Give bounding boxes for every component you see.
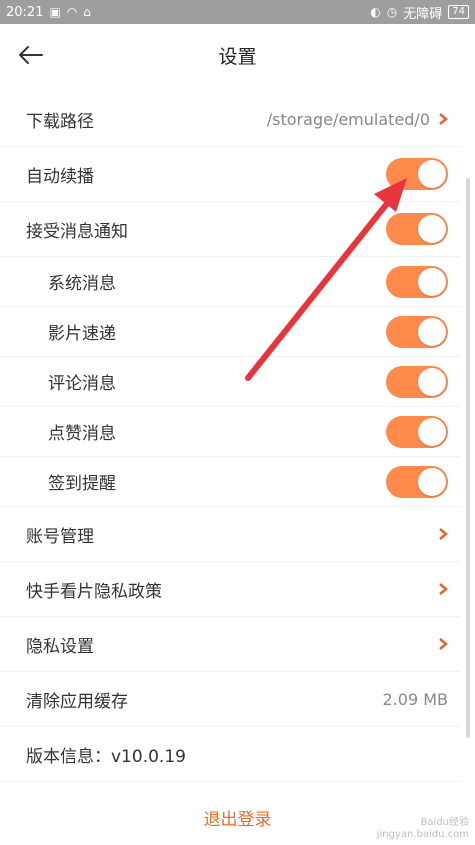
back-arrow-icon[interactable] (16, 40, 46, 70)
clear-cache-label: 清除应用缓存 (26, 691, 128, 712)
download-path-label: 下载路径 (26, 111, 94, 132)
watermark-line1: Baidu经验 (420, 817, 469, 828)
movie-express-toggle[interactable] (386, 315, 448, 348)
privacy-policy-label: 快手看片隐私政策 (26, 581, 162, 602)
privacy-settings-row[interactable]: 隐私设置 (0, 617, 460, 672)
like-msg-toggle[interactable] (386, 415, 448, 448)
notifications-row: 接受消息通知 (0, 202, 460, 257)
signal-icon: ◐ (370, 5, 381, 19)
cache-size-value: 2.09 MB (382, 689, 449, 709)
chevron-right-icon (439, 113, 448, 125)
auto-play-label: 自动续播 (26, 166, 94, 187)
toggle-knob (418, 215, 446, 243)
download-path-row[interactable]: 下载路径 /storage/emulated/0 (0, 92, 460, 147)
system-msg-label: 系统消息 (48, 274, 116, 294)
comment-msg-label: 评论消息 (48, 374, 116, 394)
checkin-reminder-toggle[interactable] (386, 465, 448, 498)
status-time: 20:21 (6, 4, 44, 20)
privacy-settings-label: 隐私设置 (26, 636, 94, 657)
notifications-toggle[interactable] (386, 213, 448, 245)
checkin-reminder-row: 签到提醒 (0, 457, 460, 507)
settings-list: 下载路径 /storage/emulated/0 自动续播 接受消息通知 系统消… (0, 92, 460, 782)
top-bar: 设置 (0, 24, 475, 86)
toggle-knob (418, 160, 446, 188)
picture-icon: ▣ (49, 5, 61, 19)
status-bar: 20:21 ▣ ◠ ⌂ ◐ ◷ 无障碍 74 (0, 0, 475, 24)
download-path-value: /storage/emulated/0 (266, 109, 430, 129)
clock-icon: ◷ (386, 5, 398, 19)
page-title: 设置 (218, 45, 257, 68)
clear-cache-row[interactable]: 清除应用缓存 2.09 MB (0, 672, 460, 727)
comment-msg-row: 评论消息 (0, 357, 460, 407)
like-msg-label: 点赞消息 (48, 424, 116, 444)
notifications-label: 接受消息通知 (26, 221, 128, 242)
chevron-right-icon (439, 583, 448, 595)
hd-icon: ⌂ (83, 5, 91, 19)
watermark: Baidu经验 jingyan.baidu.com (377, 817, 469, 841)
wifi-icon: ◠ (66, 5, 78, 19)
watermark-line2: jingyan.baidu.com (376, 829, 469, 840)
toggle-knob (418, 367, 446, 396)
toggle-knob (418, 317, 446, 346)
toggle-knob (418, 467, 446, 496)
movie-express-label: 影片速递 (48, 324, 116, 344)
system-msg-toggle[interactable] (386, 265, 448, 298)
privacy-policy-row[interactable]: 快手看片隐私政策 (0, 562, 460, 617)
auto-play-row: 自动续播 (0, 147, 460, 202)
toggle-knob (418, 417, 446, 446)
movie-express-row: 影片速递 (0, 307, 460, 357)
auto-play-toggle[interactable] (386, 158, 448, 190)
chevron-right-icon (439, 528, 448, 540)
version-label: 版本信息：v10.0.19 (26, 746, 186, 767)
scrollbar[interactable] (466, 178, 470, 738)
chevron-right-icon (439, 638, 448, 650)
like-msg-row: 点赞消息 (0, 407, 460, 457)
account-label: 账号管理 (26, 526, 94, 547)
version-row: 版本信息：v10.0.19 (0, 727, 460, 782)
battery-icon: 74 (448, 5, 469, 19)
status-carrier: 无障碍 (403, 6, 443, 22)
toggle-knob (418, 267, 446, 296)
checkin-reminder-label: 签到提醒 (48, 474, 116, 494)
system-msg-row: 系统消息 (0, 257, 460, 307)
account-row[interactable]: 账号管理 (0, 507, 460, 562)
comment-msg-toggle[interactable] (386, 365, 448, 398)
